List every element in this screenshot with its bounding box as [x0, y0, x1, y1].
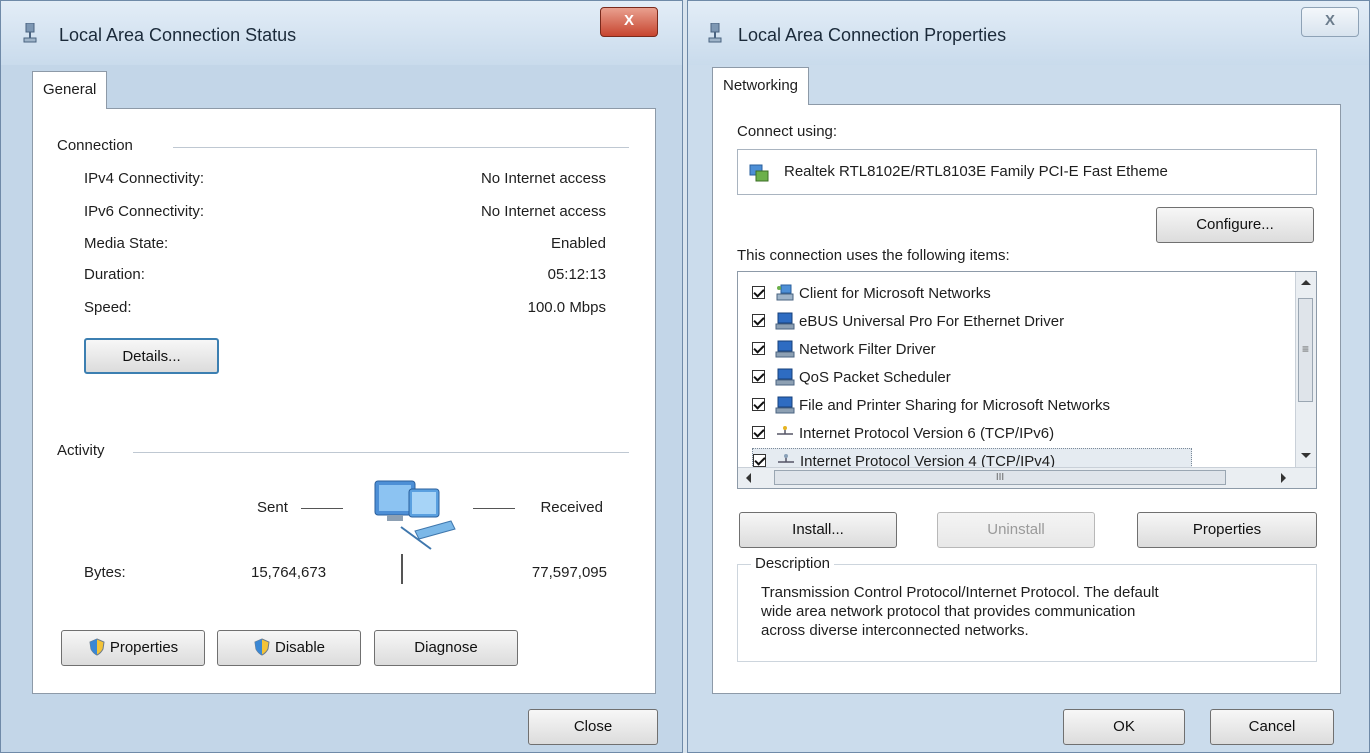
list-item[interactable]: File and Printer Sharing for Microsoft N…	[752, 393, 1110, 419]
checkbox[interactable]	[752, 426, 765, 440]
disable-button-label: Disable	[274, 639, 326, 656]
scroll-down-arrow-icon[interactable]	[1301, 453, 1311, 458]
horizontal-scroll-thumb[interactable]: III	[774, 470, 1226, 485]
ok-button[interactable]: OK	[1063, 709, 1185, 745]
network-connection-icon	[708, 23, 722, 43]
description-line-2: wide area network protocol that provides…	[761, 603, 1136, 620]
activity-group-label: Activity	[57, 442, 113, 459]
list-item[interactable]: Internet Protocol Version 6 (TCP/IPv6)	[752, 421, 1054, 447]
scroll-up-arrow-icon[interactable]	[1301, 280, 1311, 285]
description-line-1: Transmission Control Protocol/Internet P…	[761, 584, 1159, 601]
list-item[interactable]: QoS Packet Scheduler	[752, 365, 951, 391]
bytes-sent-value: 15,764,673	[251, 564, 327, 581]
media-state-label: Media State:	[84, 235, 169, 252]
checkbox[interactable]	[752, 342, 765, 356]
network-service-icon	[775, 396, 795, 414]
properties-window: Local Area Connection Properties X Netwo…	[687, 0, 1370, 753]
activity-divider	[133, 452, 629, 453]
network-service-icon	[775, 368, 795, 386]
list-item-label: Network Filter Driver	[799, 341, 936, 358]
duration-value: 05:12:13	[547, 266, 606, 283]
network-service-icon	[775, 312, 795, 330]
status-window-title: Local Area Connection Status	[59, 25, 297, 45]
cancel-button[interactable]: Cancel	[1210, 709, 1334, 745]
vertical-scrollbar[interactable]: ≡	[1295, 272, 1316, 468]
checkbox[interactable]	[752, 370, 765, 384]
media-state-value: Enabled	[550, 235, 606, 252]
connection-divider	[173, 147, 629, 148]
network-computers-icon	[374, 480, 456, 550]
sent-label: Sent	[257, 499, 288, 516]
uac-shield-icon	[89, 637, 105, 656]
adapter-box: Realtek RTL8102E/RTL8103E Family PCI-E F…	[737, 149, 1317, 195]
connect-using-label: Connect using:	[737, 123, 838, 140]
properties-button-label: Properties	[109, 639, 179, 656]
networking-panel: Connect using: Realtek RTL8102E/RTL8103E…	[712, 104, 1341, 694]
ipv6-value: No Internet access	[480, 203, 606, 220]
properties-button[interactable]: Properties	[61, 630, 205, 666]
network-service-icon	[775, 340, 795, 358]
ipv4-label: IPv4 Connectivity:	[84, 170, 205, 187]
checkbox[interactable]	[752, 398, 765, 412]
speed-value: 100.0 Mbps	[527, 299, 606, 316]
connection-group-label: Connection	[57, 137, 141, 154]
description-label: Description	[751, 555, 835, 572]
protocol-icon	[777, 425, 793, 435]
properties-titlebar[interactable]: Local Area Connection Properties X	[688, 1, 1369, 65]
horizontal-scrollbar[interactable]: III	[738, 467, 1316, 488]
received-line	[473, 508, 515, 509]
diagnose-button[interactable]: Diagnose	[374, 630, 518, 666]
status-titlebar[interactable]: Local Area Connection Status X	[1, 1, 682, 65]
checkbox[interactable]	[752, 314, 765, 328]
bytes-received-value: 77,597,095	[531, 564, 607, 581]
received-label: Received	[540, 499, 603, 516]
list-item[interactable]: Client for Microsoft Networks	[752, 281, 991, 307]
properties-window-title: Local Area Connection Properties	[738, 25, 1007, 45]
tab-networking[interactable]: Networking	[712, 67, 810, 105]
checkbox[interactable]	[753, 454, 766, 468]
item-properties-button[interactable]: Properties	[1137, 512, 1317, 548]
disable-button[interactable]: Disable	[217, 630, 361, 666]
tab-general[interactable]: General	[32, 71, 108, 109]
install-button[interactable]: Install...	[739, 512, 897, 548]
list-item[interactable]: Network Filter Driver	[752, 337, 936, 363]
speed-label: Speed:	[84, 299, 132, 316]
scroll-left-arrow-icon[interactable]	[746, 473, 751, 483]
details-button[interactable]: Details...	[84, 338, 219, 374]
bytes-label: Bytes:	[84, 564, 126, 581]
ipv4-value: No Internet access	[480, 170, 606, 187]
list-item-label: Internet Protocol Version 6 (TCP/IPv6)	[799, 425, 1055, 442]
sent-line	[301, 508, 343, 509]
list-item-label: eBUS Universal Pro For Ethernet Driver	[799, 313, 1065, 330]
uac-shield-icon	[254, 637, 270, 656]
client-network-icon	[776, 284, 794, 301]
close-window-button[interactable]: X	[1301, 7, 1359, 37]
items-label: This connection uses the following items…	[737, 247, 1010, 264]
ipv6-label: IPv6 Connectivity:	[84, 203, 205, 220]
duration-label: Duration:	[84, 266, 145, 283]
network-connection-icon	[23, 23, 37, 43]
scroll-right-arrow-icon[interactable]	[1281, 473, 1286, 483]
list-item[interactable]: eBUS Universal Pro For Ethernet Driver	[752, 309, 1064, 335]
configure-button[interactable]: Configure...	[1156, 207, 1314, 243]
adapter-name: Realtek RTL8102E/RTL8103E Family PCI-E F…	[784, 163, 1168, 180]
activity-divider-vertical	[401, 554, 403, 584]
components-list[interactable]: Client for Microsoft Networks eBUS Unive…	[737, 271, 1317, 489]
checkbox[interactable]	[752, 286, 765, 300]
general-panel: Connection IPv4 Connectivity: No Interne…	[32, 108, 656, 694]
vertical-scroll-thumb[interactable]: ≡	[1298, 298, 1313, 402]
uninstall-button: Uninstall	[937, 512, 1095, 548]
list-item-label: File and Printer Sharing for Microsoft N…	[799, 397, 1110, 414]
close-window-button[interactable]: X	[600, 7, 658, 37]
close-button[interactable]: Close	[528, 709, 658, 745]
list-item-label: Client for Microsoft Networks	[799, 285, 991, 302]
list-item-label: QoS Packet Scheduler	[799, 369, 951, 386]
description-line-3: across diverse interconnected networks.	[761, 622, 1029, 639]
status-window: Local Area Connection Status X General C…	[0, 0, 683, 753]
network-adapter-icon	[749, 164, 769, 182]
